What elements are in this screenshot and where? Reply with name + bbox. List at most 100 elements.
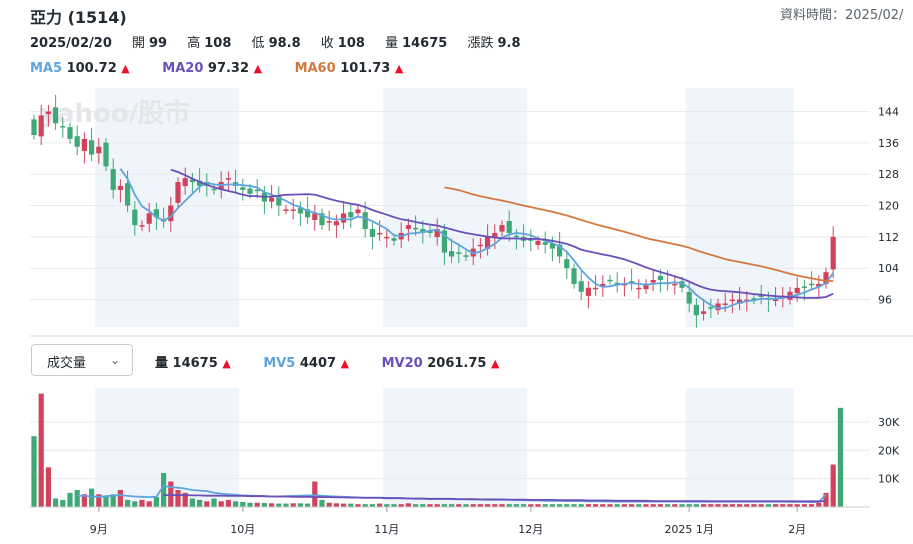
candle-body [456,252,462,254]
month-band-volume [95,388,240,507]
price-tick-label: 128 [878,168,899,181]
candle-body [693,304,699,316]
x-tick-label: 2025 1月 [664,523,714,536]
candle-body [585,287,591,296]
volume-bar [103,495,109,507]
x-tick-label: 10月 [230,523,255,536]
volume-bar [197,499,203,507]
volume-bar [312,481,318,507]
volume-bar [117,490,123,507]
volume-bar [283,503,289,507]
candle-body [110,169,116,190]
candle-body [254,189,260,192]
volume-bar [261,503,267,507]
candle-body [773,299,779,302]
candle-body [369,229,375,237]
candle-body [650,279,656,283]
candle-body [413,227,419,230]
candle-body [672,283,678,286]
volume-bar [837,407,843,507]
candle-body [542,242,548,245]
volume-bar [290,503,296,507]
candle-body [686,291,692,304]
volume-bar [132,501,138,507]
volume-bar [60,499,66,507]
price-tick-label: 136 [878,137,899,150]
candle-body [81,138,87,151]
candle-body [477,244,483,247]
candle-body [326,221,332,223]
candle-body [225,178,231,180]
volume-bar [319,499,325,507]
candle-body [701,311,707,314]
volume-bar [816,502,822,507]
volume-tick-label: 10K [878,473,900,486]
volume-bar [204,501,210,507]
volume-bar [146,501,152,507]
candle-body [377,232,383,235]
volume-bar [38,393,44,507]
candle-body [125,183,131,206]
candle-body [67,127,73,139]
candle-body [96,146,102,154]
volume-bar [211,498,217,507]
volume-bar [341,503,347,507]
volume-bar [45,467,51,507]
volume-bar [269,503,275,507]
candle-body [449,251,455,257]
volume-bar [254,502,260,507]
volume-bar [830,464,836,507]
candle-body [38,115,44,137]
volume-bar [326,502,332,507]
candle-body [60,126,66,128]
month-band [383,88,528,327]
month-band-volume [685,388,794,507]
volume-bar [139,499,145,507]
volume-bar [225,499,231,507]
candle-body [31,119,37,136]
candle-body [607,279,613,282]
price-tick-label: 104 [878,262,899,275]
x-tick-label: 12月 [518,523,543,536]
x-tick-label: 11月 [374,523,399,536]
volume-bar [175,490,181,507]
price-tick-label: 112 [878,231,899,244]
volume-bar [125,499,131,507]
volume-bar [74,490,80,507]
volume-bar [405,503,411,507]
volume-bar [89,488,95,507]
volume-bar [218,501,224,507]
candle-body [362,212,368,230]
candle-body [139,225,145,227]
volume-tick-label: 30K [878,416,900,429]
candle-body [348,212,354,218]
x-tick-label: 9月 [90,523,108,536]
candle-body [513,235,519,238]
candle-body [132,209,138,226]
candle-body [794,287,800,294]
volume-bar [31,436,37,507]
volume-bar [377,503,383,507]
candle-body [809,283,815,286]
candle-body [384,236,390,239]
candle-body [722,303,728,305]
stock-chart[interactable]: yahoo/股市9610411212012813614410K20K30K9月 1… [0,0,913,544]
candle-body [405,225,411,229]
volume-bar [247,502,253,507]
candle-body [564,259,570,269]
x-tick-label: 2月 [788,523,806,536]
candle-body [571,268,577,284]
candle-body [89,140,95,155]
candle-body [333,221,339,226]
volume-bar [240,501,246,507]
candle-body [535,240,541,245]
candle-body [117,185,123,190]
candle-body [269,197,275,202]
candle-body [103,142,109,167]
volume-bar [333,503,339,507]
candle-body [290,209,296,211]
month-band-volume [383,388,528,507]
volume-bar [348,503,354,507]
candle-body [146,213,152,224]
candle-body [283,209,289,211]
